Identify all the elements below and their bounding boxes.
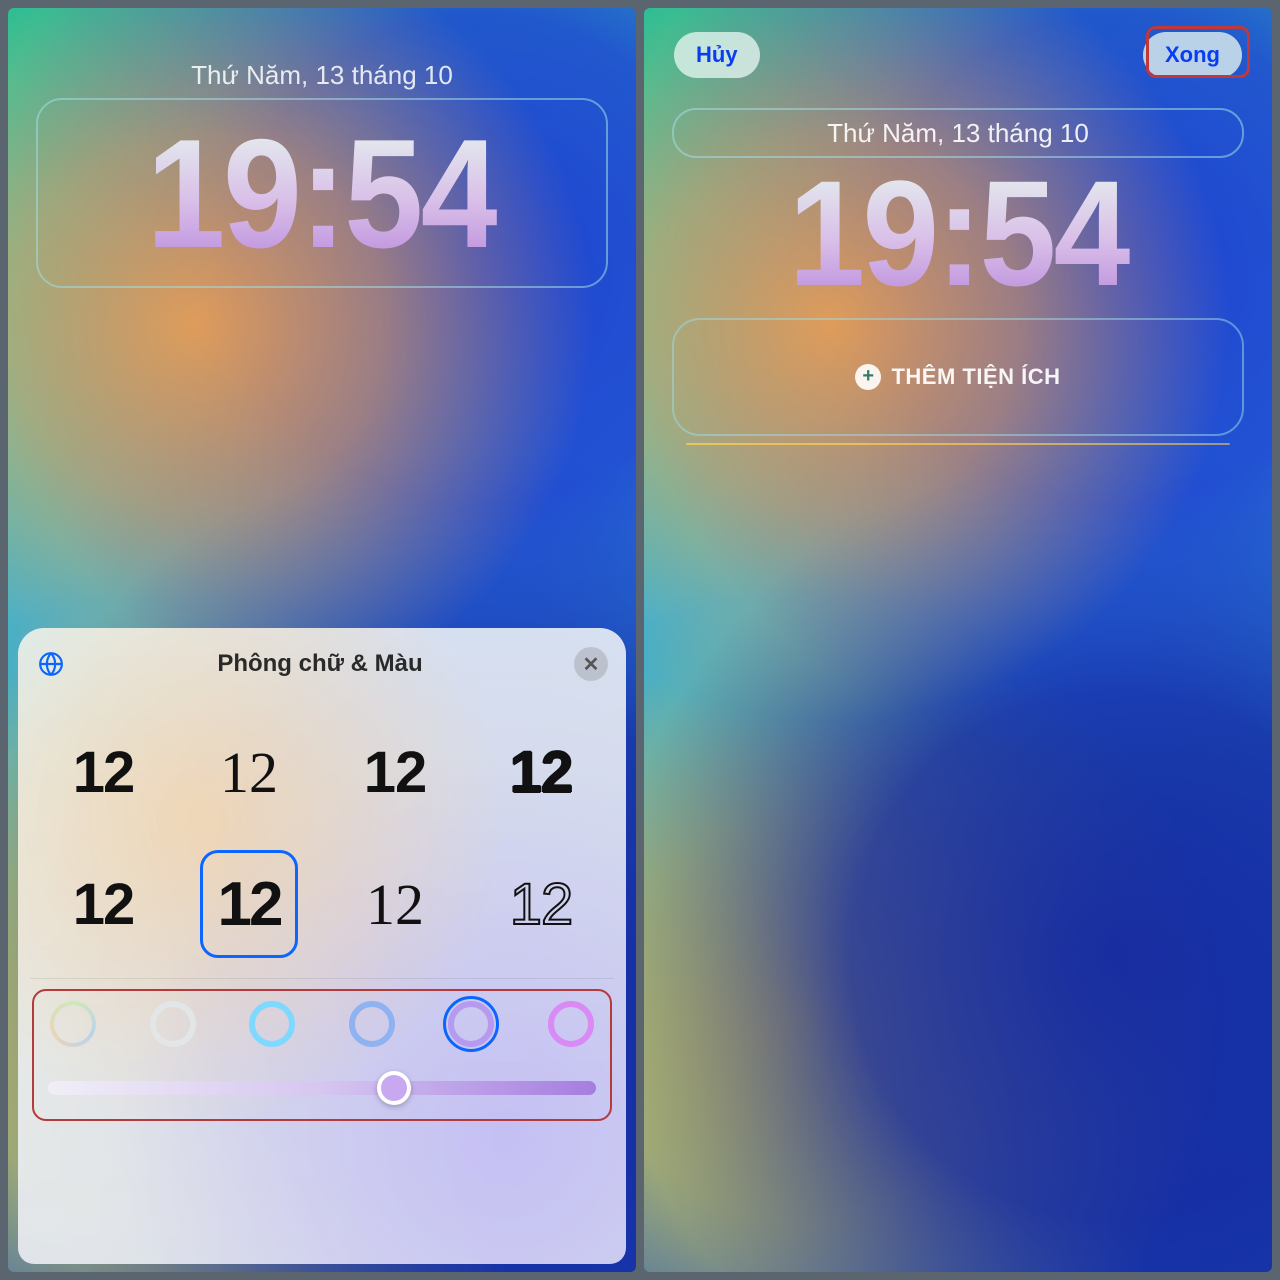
lockscreen-date: Thứ Năm, 13 tháng 10	[827, 118, 1089, 149]
color-section-highlight	[32, 989, 612, 1121]
sheet-title: Phông chữ & Màu	[66, 650, 574, 678]
divider	[30, 978, 614, 979]
font-color-sheet: Phông chữ & Màu ✕ 12 12 12 12 12 12 12 1…	[18, 628, 626, 1264]
close-icon[interactable]: ✕	[574, 647, 608, 681]
add-widgets-label: THÊM TIỆN ÍCH	[891, 364, 1060, 390]
separator-line	[686, 443, 1230, 445]
clock-widget[interactable]: 19:54	[36, 98, 608, 288]
color-swatch-4[interactable]	[448, 1001, 494, 1047]
slider-track	[48, 1081, 596, 1095]
globe-icon[interactable]	[36, 649, 66, 679]
font-grid: 12 12 12 12 12 12 12 12	[36, 712, 608, 964]
font-option-8[interactable]: 12	[492, 850, 590, 958]
clock-time: 19:54	[669, 158, 1247, 308]
font-option-7[interactable]: 12	[346, 850, 444, 958]
font-option-6[interactable]: 12	[200, 850, 298, 958]
slider-thumb[interactable]	[377, 1071, 411, 1105]
add-widgets-box[interactable]: THÊM TIỆN ÍCH	[672, 318, 1244, 436]
cancel-button[interactable]: Hủy	[674, 32, 760, 78]
color-swatches	[44, 1001, 600, 1047]
screenshot-right: Hủy Xong Thứ Năm, 13 tháng 10 19:54 THÊM…	[644, 8, 1272, 1272]
clock-time: 19:54	[147, 116, 498, 271]
font-option-4[interactable]: 12	[492, 718, 590, 826]
font-option-2[interactable]: 12	[200, 718, 298, 826]
plus-circle-icon	[855, 364, 881, 390]
clock-widget[interactable]: 19:54	[644, 158, 1272, 308]
done-button[interactable]: Xong	[1143, 32, 1242, 78]
color-swatch-1[interactable]	[150, 1001, 196, 1047]
font-option-1[interactable]: 12	[54, 718, 152, 826]
font-option-5[interactable]: 12	[54, 850, 152, 958]
font-option-3[interactable]: 12	[346, 718, 444, 826]
color-swatch-dynamic[interactable]	[50, 1001, 96, 1047]
lockscreen-date: Thứ Năm, 13 tháng 10	[8, 60, 636, 91]
color-swatch-3[interactable]	[349, 1001, 395, 1047]
screenshot-left: Thứ Năm, 13 tháng 10 19:54 Phông chữ & M…	[8, 8, 636, 1272]
color-slider[interactable]	[44, 1073, 600, 1103]
color-swatch-5[interactable]	[548, 1001, 594, 1047]
color-swatch-2[interactable]	[249, 1001, 295, 1047]
